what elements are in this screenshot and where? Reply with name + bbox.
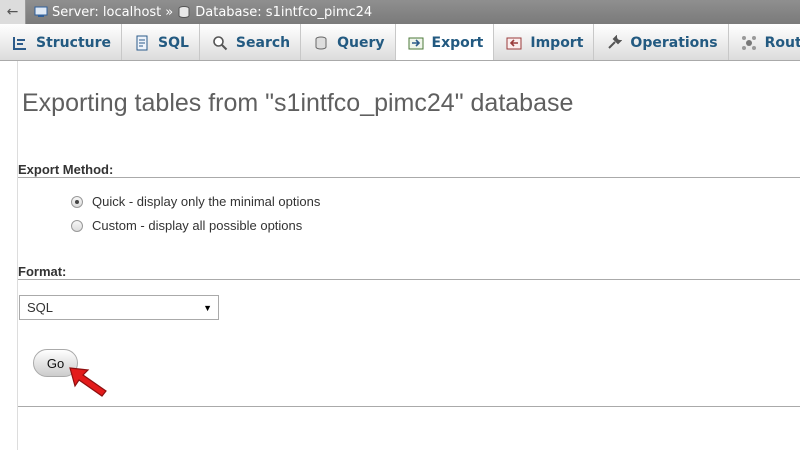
breadcrumb-server[interactable]: Server: localhost [26,5,161,20]
format-label: Format: [18,264,67,279]
format-select[interactable]: SQL ▼ [19,295,219,320]
tab-search-label: Search [235,34,291,51]
radio-quick[interactable]: Quick - display only the minimal options [71,194,320,209]
wrench-icon [608,34,623,49]
server-icon [34,6,48,17]
radio-custom[interactable]: Custom - display all possible options [71,218,302,233]
sql-icon [136,35,148,50]
annotation-arrow-icon [69,367,107,397]
search-icon [213,35,228,50]
radio-custom-label[interactable]: Custom - display all possible options [92,218,302,233]
section-divider [18,406,800,407]
query-icon [315,36,327,49]
tab-query-label: Query [337,34,385,51]
breadcrumb: ← Server: localhost » Database: s1intfco… [0,0,800,24]
routines-icon [741,35,756,50]
export-method-label: Export Method: [18,162,114,177]
tab-sql[interactable]: SQL [122,24,200,60]
chevron-down-icon: ▼ [203,302,212,313]
tab-search[interactable]: Search [200,24,302,60]
section-divider [18,177,800,178]
radio-quick-button[interactable] [71,195,83,208]
tab-export[interactable]: Export [395,24,495,60]
back-arrow-icon[interactable]: ← [0,0,26,24]
tab-structure[interactable]: Structure [0,24,123,60]
tab-bar: Structure SQL Search Query Export Import… [0,24,800,61]
tab-structure-label: Structure [36,34,112,51]
export-icon [408,37,424,49]
page-title: Exporting tables from "s1intfco_pimc24" … [22,89,574,117]
tab-operations-label: Operations [630,34,718,51]
tab-export-label: Export [431,34,484,51]
section-divider [18,279,800,280]
breadcrumb-database-label[interactable]: Database: s1intfco_pimc24 [195,5,372,20]
tab-query[interactable]: Query [301,24,396,60]
tab-sql-label: SQL [158,34,189,51]
radio-quick-label[interactable]: Quick - display only the minimal options [92,194,320,209]
tab-routines-label: Routines [764,34,800,51]
breadcrumb-separator: » [165,4,174,20]
structure-icon [13,36,26,50]
export-panel: Exporting tables from "s1intfco_pimc24" … [17,61,800,450]
breadcrumb-database[interactable]: Database: s1intfco_pimc24 [173,5,372,20]
radio-custom-button[interactable] [71,219,83,232]
tab-routines[interactable]: Routines [729,24,800,60]
tab-operations[interactable]: Operations [594,24,729,60]
breadcrumb-server-label[interactable]: Server: localhost [52,5,161,20]
tab-import-label: Import [530,34,584,51]
import-icon [506,37,522,49]
tab-import[interactable]: Import [494,24,595,60]
database-icon [178,6,190,18]
format-select-value: SQL [27,300,54,315]
